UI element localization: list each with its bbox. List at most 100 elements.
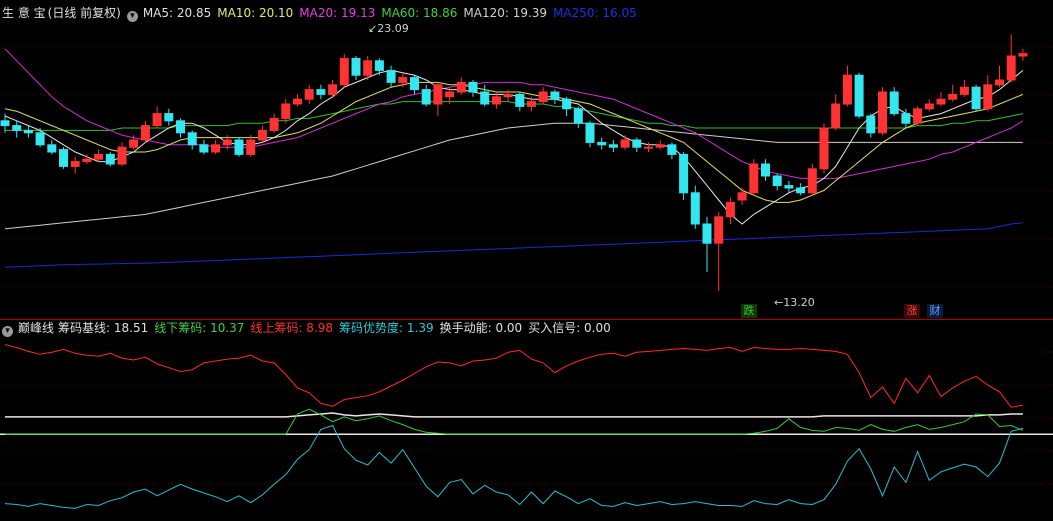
- candle-body: [211, 144, 221, 153]
- candle-body: [328, 84, 338, 95]
- settings-gear-icon[interactable]: ▾: [2, 326, 13, 337]
- candle-body: [1006, 55, 1016, 81]
- candle-body: [819, 127, 829, 170]
- ma-legend-item-0: MA5: 20.85: [142, 6, 212, 20]
- low-price-label: ←13.20: [774, 296, 815, 309]
- candle-body: [445, 91, 455, 98]
- candle-body: [12, 125, 22, 131]
- candle-body: [538, 91, 548, 103]
- candle-body: [94, 153, 104, 160]
- candle-body: [293, 98, 302, 105]
- candle-body: [316, 89, 326, 95]
- candle-body: [70, 161, 80, 167]
- indicator-legend-item-0: 筹码基线: 18.51: [58, 321, 149, 335]
- candle-body: [936, 98, 946, 105]
- sub-chart-header: ▾ 巅峰线 筹码基线: 18.51 线下筹码: 10.37 线上筹码: 8.98 筹码优势…: [2, 320, 617, 337]
- candle-body: [23, 129, 33, 134]
- candle-body: [304, 89, 314, 100]
- candle-body: [257, 129, 267, 141]
- candle-body: [714, 216, 724, 244]
- candle-body: [854, 74, 864, 117]
- candle-body: [363, 60, 373, 76]
- candle-body: [784, 185, 794, 189]
- candle-body: [983, 84, 993, 110]
- ma-legend-item-4: MA120: 19.39: [463, 6, 548, 20]
- candle-body: [410, 77, 419, 91]
- candle-body: [59, 149, 68, 167]
- candle-body: [117, 146, 127, 165]
- ma-legend: MA5: 20.85 MA10: 20.10 MA20: 19.13 MA60: 18…: [143, 6, 643, 20]
- candle-body: [82, 158, 92, 163]
- below-line-chips: [5, 408, 1024, 435]
- candle-body: [948, 93, 958, 100]
- candle-body: [913, 108, 923, 124]
- candle-body: [959, 86, 969, 95]
- candle-body: [129, 139, 139, 148]
- ma-legend-item-1: MA10: 20.10: [217, 6, 294, 20]
- event-badge-fall[interactable]: 跌: [741, 304, 757, 318]
- ma-legend-item-2: MA20: 19.13: [299, 6, 376, 20]
- event-badge-rise[interactable]: 涨: [904, 304, 920, 318]
- candle-body: [491, 96, 501, 105]
- indicator-legend-item-5: 买入信号: 0.00: [528, 321, 611, 335]
- stock-title[interactable]: 生 意 宝: [2, 6, 46, 20]
- candle-body: [468, 81, 478, 93]
- candle-body: [597, 141, 607, 146]
- candle-body: [386, 69, 396, 83]
- candle-body: [831, 103, 841, 129]
- above-line-chips: [4, 344, 1023, 408]
- candle-body: [527, 101, 536, 107]
- candle-body: [246, 139, 256, 155]
- candle-body: [667, 144, 677, 155]
- candle-body: [761, 163, 770, 177]
- candle-body: [796, 187, 806, 194]
- candle-body: [152, 113, 162, 127]
- candle-body: [971, 86, 981, 110]
- candle-body: [995, 79, 1004, 86]
- candle-body: [176, 120, 185, 134]
- ma120-line: [4, 122, 1023, 230]
- candle-body: [351, 57, 361, 76]
- candle-body: [1018, 53, 1028, 57]
- candle-body: [866, 115, 876, 134]
- main-chart-header: 生 意 宝 (日线 前复权) ▾ MA5: 20.85 MA10: 20.10 MA20:…: [2, 5, 643, 22]
- candle-body: [562, 98, 572, 110]
- candle-body: [0, 120, 10, 127]
- candle-body: [585, 122, 595, 143]
- candle-body: [807, 168, 817, 194]
- candle-body: [737, 192, 747, 201]
- candle-body: [573, 108, 583, 124]
- candle-body: [878, 91, 887, 134]
- candle-body: [398, 77, 408, 83]
- ma-legend-item-5: MA250: 16.05: [553, 6, 637, 20]
- candle-body: [105, 153, 115, 165]
- stock-chart-canvas[interactable]: [0, 0, 1053, 521]
- candle-body: [199, 144, 209, 153]
- candle-body: [550, 91, 560, 100]
- candle-body: [281, 103, 291, 119]
- indicator-legend-item-1: 线下筹码: 10.37: [154, 321, 245, 335]
- candle-body: [842, 74, 852, 105]
- ma-legend-item-3: MA60: 18.86: [381, 6, 458, 20]
- candle-body: [644, 146, 653, 149]
- candle-body: [632, 139, 642, 148]
- indicator-legend-item-2: 线上筹码: 8.98: [250, 321, 334, 335]
- candle-body: [772, 175, 782, 187]
- chip-advantage-line: [4, 424, 1024, 509]
- candle-body: [889, 91, 899, 115]
- candle-body: [620, 139, 630, 148]
- candle-body: [433, 84, 443, 105]
- adjust-mode[interactable]: (日线 前复权): [48, 6, 121, 20]
- candle-body: [679, 153, 689, 194]
- ma5-line: [4, 69, 1024, 225]
- event-badge-finance[interactable]: 财: [927, 304, 943, 318]
- candle-body: [901, 113, 911, 124]
- candle-body: [725, 201, 735, 218]
- candle-body: [690, 192, 700, 225]
- settings-gear-icon[interactable]: ▾: [126, 11, 138, 22]
- indicator-legend-item-3: 筹码优势度: 1.39: [339, 321, 434, 335]
- indicator-legend: 筹码基线: 18.51 线下筹码: 10.37 线上筹码: 8.98 筹码优势度: 1…: [58, 321, 617, 335]
- chip-baseline: [5, 412, 1023, 418]
- indicator-name[interactable]: 巅峰线: [18, 321, 54, 335]
- candle-body: [421, 89, 431, 105]
